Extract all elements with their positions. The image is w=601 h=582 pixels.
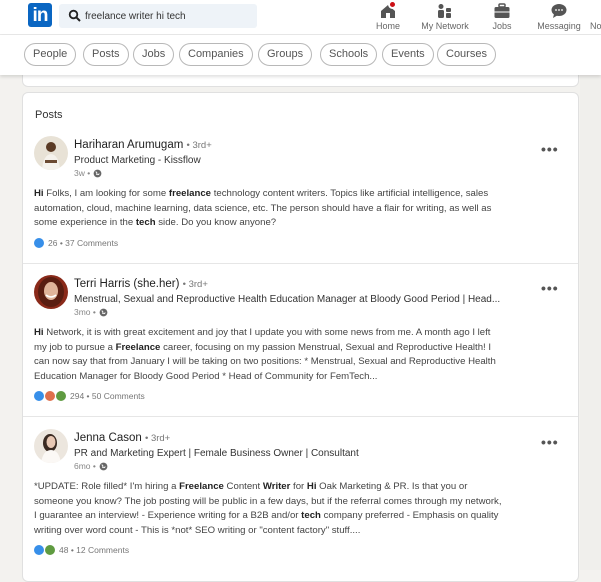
scroll-gutter xyxy=(580,75,601,570)
nav-jobs-label: Jobs xyxy=(492,21,512,31)
connection-degree: • 3rd+ xyxy=(144,433,171,444)
posts-results-card: Posts Hariharan Arumugam • 3rd+ Product … xyxy=(22,92,579,582)
avatar-photo xyxy=(34,275,68,309)
post-body[interactable]: *UPDATE: Role filled* I'm hiring a Freel… xyxy=(34,480,504,538)
filter-posts[interactable]: Posts xyxy=(83,43,129,66)
filter-jobs[interactable]: Jobs xyxy=(133,43,175,66)
messaging-icon xyxy=(551,4,567,18)
author-name[interactable]: Hariharan Arumugam • 3rd+ xyxy=(74,139,212,151)
linkedin-logo[interactable]: in xyxy=(28,3,52,27)
author-name-text[interactable]: Jenna Cason xyxy=(74,432,142,444)
love-reaction-icon xyxy=(45,391,55,401)
filter-people[interactable]: People xyxy=(24,43,77,66)
post-meta: 6mo • xyxy=(74,461,108,471)
filter-events[interactable]: Events xyxy=(382,43,434,66)
author-headline: PR and Marketing Expert | Female Busines… xyxy=(74,448,359,459)
top-nav: in Home My Network Jobs Me xyxy=(0,0,601,35)
filter-groups[interactable]: Groups xyxy=(258,43,313,66)
reactions-comments-count[interactable]: 48 • 12 Comments xyxy=(59,545,129,555)
section-title: Posts xyxy=(35,109,63,121)
search-icon xyxy=(68,9,81,22)
insightful-reaction-icon xyxy=(56,391,66,401)
globe-icon xyxy=(93,169,102,177)
avatar[interactable] xyxy=(34,136,68,170)
notification-badge xyxy=(388,0,397,9)
nav-my-network-label: My Network xyxy=(421,21,469,31)
like-reaction-icon xyxy=(34,391,44,401)
post-body[interactable]: Hi Folks, I am looking for some freelanc… xyxy=(34,187,504,231)
reactions-comments-count[interactable]: 26 • 37 Comments xyxy=(48,238,118,248)
insightful-reaction-icon xyxy=(45,545,55,555)
avatar-photo xyxy=(34,136,68,170)
nav-messaging[interactable]: Messaging xyxy=(536,0,582,35)
social-counts[interactable]: 26 • 37 Comments xyxy=(34,238,118,248)
nav-messaging-label: Messaging xyxy=(537,21,581,31)
post-meta: 3mo • xyxy=(74,307,108,317)
search-filter-bar: People Posts Jobs Companies Groups Schoo… xyxy=(0,35,601,75)
social-counts[interactable]: 294 • 50 Comments xyxy=(34,391,145,401)
filter-courses[interactable]: Courses xyxy=(437,43,496,66)
author-name[interactable]: Terri Harris (she.her) • 3rd+ xyxy=(74,278,208,290)
post-time: 3w • xyxy=(74,168,91,178)
globe-icon xyxy=(99,462,108,470)
divider xyxy=(23,263,578,264)
connection-degree: • 3rd+ xyxy=(182,279,208,290)
author-headline: Product Marketing - Kissflow xyxy=(74,155,201,166)
nav-home[interactable]: Home xyxy=(373,0,403,35)
author-name-text[interactable]: Terri Harris (she.her) xyxy=(74,278,179,290)
post-body[interactable]: Hi Network, it is with great excitement … xyxy=(34,326,504,384)
like-reaction-icon xyxy=(34,545,44,555)
reactions-comments-count[interactable]: 294 • 50 Comments xyxy=(70,391,145,401)
avatar[interactable] xyxy=(34,429,68,463)
nav-my-network[interactable]: My Network xyxy=(420,0,470,35)
filter-schools[interactable]: Schools xyxy=(320,43,378,66)
nav-notifications-label: No xyxy=(590,21,601,31)
post-time: 6mo • xyxy=(74,461,96,471)
search-input[interactable] xyxy=(85,4,253,28)
connection-degree: • 3rd+ xyxy=(186,140,212,151)
divider xyxy=(23,416,578,417)
briefcase-icon xyxy=(494,3,510,18)
nav-notifications[interactable]: No xyxy=(590,0,601,35)
filter-companies[interactable]: Companies xyxy=(179,43,253,66)
avatar-photo xyxy=(34,429,68,463)
social-counts[interactable]: 48 • 12 Comments xyxy=(34,545,129,555)
network-icon xyxy=(438,4,451,18)
author-name-text[interactable]: Hariharan Arumugam xyxy=(74,139,183,151)
post-time: 3mo • xyxy=(74,307,96,317)
notifications-icon xyxy=(596,3,601,19)
post-meta: 3w • xyxy=(74,168,102,178)
more-options-button[interactable]: ••• xyxy=(541,434,559,450)
nav-home-label: Home xyxy=(375,21,400,31)
like-reaction-icon xyxy=(34,238,44,248)
author-headline: Menstrual, Sexual and Reproductive Healt… xyxy=(74,294,501,305)
search-box[interactable] xyxy=(59,4,257,28)
avatar[interactable] xyxy=(34,275,68,309)
more-options-button[interactable]: ••• xyxy=(541,280,559,296)
more-options-button[interactable]: ••• xyxy=(541,141,559,157)
globe-icon xyxy=(99,308,108,316)
nav-jobs[interactable]: Jobs xyxy=(488,0,516,35)
author-name[interactable]: Jenna Cason • 3rd+ xyxy=(74,432,170,444)
